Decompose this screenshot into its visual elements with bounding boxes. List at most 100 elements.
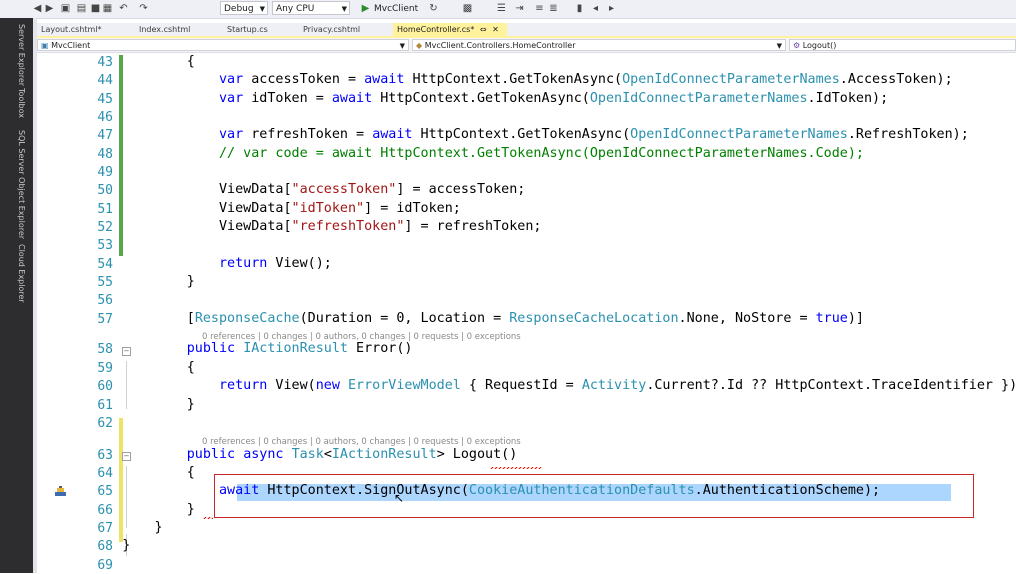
code-token: ErrorViewModel bbox=[348, 378, 461, 393]
next-bookmark-icon[interactable]: ▸ bbox=[606, 3, 617, 14]
code-line[interactable]: ViewData["refreshToken"] = refreshToken; bbox=[90, 219, 542, 235]
tab-privacy-cshtml[interactable]: Privacy.cshtml bbox=[299, 23, 393, 36]
code-line[interactable]: public async Task<IActionResult> Logout(… bbox=[90, 447, 518, 463]
line-number: 69 bbox=[97, 558, 113, 573]
code-token: .None, NoStore = bbox=[678, 311, 816, 326]
code-line[interactable]: } bbox=[90, 520, 163, 536]
play-icon[interactable]: ▶ bbox=[360, 3, 371, 14]
code-line[interactable]: return View(new ErrorViewModel { Request… bbox=[90, 378, 1016, 394]
code-token: OpenIdConnectParameterNames bbox=[589, 91, 808, 106]
member-value: Logout() bbox=[802, 41, 837, 50]
code-token: } bbox=[90, 397, 195, 412]
navigation-bar: ▣ MvcClient ▼ ◆ MvcClient.Controllers.Ho… bbox=[37, 38, 1016, 53]
align-icon[interactable]: ☰ bbox=[496, 3, 507, 14]
start-target[interactable]: MvcClient bbox=[374, 2, 418, 16]
code-token: IActionResult bbox=[331, 447, 437, 462]
code-token: return bbox=[219, 256, 268, 271]
code-token: > Logout() bbox=[436, 447, 518, 462]
code-token: async bbox=[243, 447, 284, 462]
code-token: public bbox=[186, 447, 236, 462]
code-token: } bbox=[90, 520, 163, 535]
config-dropdown[interactable]: Debug ▼ bbox=[220, 1, 268, 15]
open-file-icon[interactable]: ▤ bbox=[76, 3, 87, 14]
tab-label: Layout.cshtml* bbox=[41, 25, 102, 34]
code-line[interactable]: { bbox=[90, 54, 195, 70]
codelens-logout[interactable]: 0 references | 0 changes | 0 authors, 0 … bbox=[202, 437, 521, 447]
side-tab-sql-server[interactable]: SQL Server Object Explorer bbox=[14, 130, 26, 239]
code-line[interactable]: // var code = await HttpContext.GetToken… bbox=[90, 146, 864, 162]
code-token: ResponseCacheLocation bbox=[509, 311, 679, 326]
indent-icon[interactable]: ⇥ bbox=[514, 3, 525, 14]
code-token: var bbox=[219, 72, 244, 87]
comment-icon[interactable]: ≡ bbox=[534, 3, 545, 14]
close-icon[interactable]: ✕ bbox=[492, 25, 499, 34]
refresh-icon[interactable]: ↻ bbox=[428, 3, 439, 14]
code-line[interactable]: ViewData["idToken"] = idToken; bbox=[90, 201, 461, 217]
code-token: true bbox=[815, 311, 848, 326]
code-line[interactable]: var idToken = await HttpContext.GetToken… bbox=[90, 91, 888, 107]
code-token: .Current?.Id ?? HttpContext.TraceIdentif… bbox=[646, 378, 1016, 393]
codelens-error[interactable]: 0 references | 0 changes | 0 authors, 0 … bbox=[202, 332, 521, 342]
tab-homecontroller-cs[interactable]: HomeController.cs* ⇔ ✕ bbox=[393, 23, 507, 36]
save-all-icon[interactable]: ▦ bbox=[102, 3, 113, 14]
type-dropdown[interactable]: ◆ MvcClient.Controllers.HomeController ▼ bbox=[412, 39, 786, 51]
quick-action-icon[interactable] bbox=[54, 486, 67, 497]
code-token: ViewData[ bbox=[90, 201, 292, 216]
side-tab-toolbox[interactable]: Toolbox bbox=[14, 88, 26, 118]
code-token: [ bbox=[90, 311, 195, 326]
code-token: OpenIdConnectParameterNames bbox=[630, 127, 848, 142]
tab-index-cshtml[interactable]: Index.cshtml bbox=[135, 23, 221, 36]
tab-layout-cshtml[interactable]: Layout.cshtml* bbox=[37, 23, 133, 36]
code-line[interactable]: ViewData["accessToken"] = accessToken; bbox=[90, 182, 525, 198]
code-token: ] = accessToken; bbox=[396, 182, 526, 197]
code-token: ViewData[ bbox=[90, 182, 292, 197]
back-icon[interactable]: ◀ bbox=[32, 3, 43, 14]
document-tabs: Layout.cshtml* Index.cshtml Startup.cs P… bbox=[37, 23, 1016, 36]
pin-icon[interactable]: ⇔ bbox=[480, 25, 487, 34]
project-dropdown[interactable]: ▣ MvcClient ▼ bbox=[37, 39, 409, 51]
bookmark-icon[interactable]: ▮ bbox=[574, 3, 585, 14]
forward-icon[interactable]: ▶ bbox=[44, 3, 55, 14]
new-item-icon[interactable]: ▣ bbox=[60, 3, 71, 14]
squiggle-brace bbox=[203, 517, 213, 519]
code-token: { bbox=[90, 54, 195, 69]
member-dropdown[interactable]: ⚙ Logout() bbox=[789, 39, 1016, 51]
code-line[interactable]: } bbox=[90, 397, 195, 413]
browser-icon[interactable]: ▩ bbox=[462, 3, 473, 14]
method-icon: ⚙ bbox=[793, 41, 801, 50]
line-number: 62 bbox=[97, 416, 113, 431]
code-line[interactable]: return View(); bbox=[90, 256, 332, 272]
undo-icon[interactable]: ↶ bbox=[118, 3, 129, 14]
tab-startup-cs[interactable]: Startup.cs bbox=[223, 23, 297, 36]
code-line[interactable]: { bbox=[90, 465, 195, 481]
code-line[interactable]: [ResponseCache(Duration = 0, Location = … bbox=[90, 311, 864, 327]
code-token: public bbox=[186, 341, 236, 356]
code-line[interactable]: } bbox=[90, 502, 195, 518]
code-token: ] = idToken; bbox=[364, 201, 461, 216]
code-line[interactable]: var refreshToken = await HttpContext.Get… bbox=[90, 127, 969, 143]
code-line[interactable]: { bbox=[90, 360, 195, 376]
prev-bookmark-icon[interactable]: ◂ bbox=[590, 3, 601, 14]
code-token: var bbox=[219, 91, 244, 106]
side-tab-server-explorer[interactable]: Server Explorer bbox=[14, 24, 26, 86]
code-line[interactable]: var accessToken = await HttpContext.GetT… bbox=[90, 72, 953, 88]
code-token: idToken = bbox=[243, 91, 332, 106]
tab-label: Privacy.cshtml bbox=[303, 25, 361, 34]
uncomment-icon[interactable]: ≣ bbox=[548, 3, 559, 14]
platform-dropdown[interactable]: Any CPU ▼ bbox=[272, 1, 350, 15]
save-icon[interactable]: ■ bbox=[90, 3, 101, 14]
code-line[interactable]: } bbox=[90, 538, 130, 554]
squiggle-logout bbox=[490, 467, 542, 469]
side-tab-cloud-explorer[interactable]: Cloud Explorer bbox=[14, 244, 26, 303]
code-token: HttpContext.GetTokenAsync( bbox=[372, 91, 590, 106]
redo-icon[interactable]: ↷ bbox=[138, 3, 149, 14]
code-line[interactable]: public IActionResult Error() bbox=[90, 341, 413, 357]
code-token: Error() bbox=[348, 341, 413, 356]
code-line[interactable]: } bbox=[90, 274, 195, 290]
chevron-down-icon: ▼ bbox=[399, 42, 405, 50]
